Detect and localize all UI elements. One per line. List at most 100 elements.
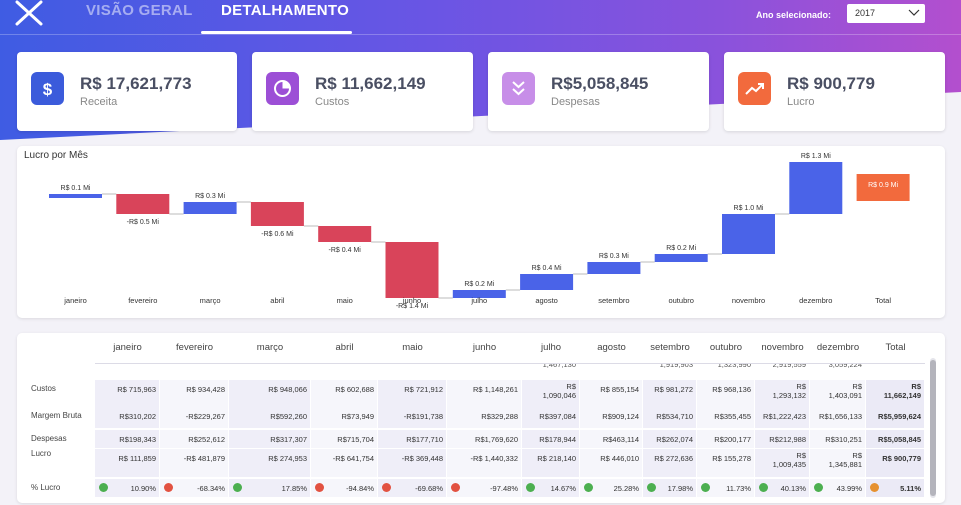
waterfall-value-label-2: R$ 0.3 Mi bbox=[195, 193, 225, 200]
waterfall-bar-7[interactable] bbox=[520, 274, 574, 290]
table-header-3[interactable]: abril bbox=[311, 342, 378, 353]
waterfall-bar-3[interactable] bbox=[250, 202, 304, 226]
table-partial-cell-8: 1,919,903 bbox=[659, 364, 693, 369]
table-cell-2-12: R$5,058,845 bbox=[878, 435, 921, 444]
kpi-icon-box-despesas bbox=[502, 72, 535, 105]
tab-detalhamento[interactable]: DETALHAMENTO bbox=[221, 2, 349, 19]
waterfall-bar-1[interactable] bbox=[116, 194, 170, 214]
waterfall-value-label-8: R$ 0.3 Mi bbox=[599, 253, 629, 260]
table-cell-1-2: R$592,260 bbox=[270, 412, 307, 421]
waterfall-bar-10[interactable] bbox=[722, 214, 775, 254]
table-cell-0-10: R$ 1,293,132 bbox=[772, 382, 806, 400]
table-cell-3-1: -R$ 481,879 bbox=[183, 454, 225, 463]
kpi-value-custos: R$ 11,662,149 bbox=[315, 74, 426, 93]
kpi-icon-box-receita: $ bbox=[31, 72, 64, 105]
table-header-10[interactable]: novembro bbox=[755, 342, 810, 353]
table-cell-2-5: R$1,769,620 bbox=[475, 435, 518, 444]
table-cell-1-6: R$397,084 bbox=[539, 412, 576, 421]
table-cell-0-8: R$ 981,272 bbox=[654, 385, 693, 394]
waterfall-bar-9[interactable] bbox=[654, 254, 708, 262]
waterfall-category-label-9: outubro bbox=[668, 296, 693, 305]
table-partial-cell-11: 3,059,224 bbox=[828, 364, 862, 369]
table-header-1[interactable]: fevereiro bbox=[160, 342, 229, 353]
table-header-11[interactable]: dezembro bbox=[810, 342, 866, 353]
waterfall-value-label-3: -R$ 0.6 Mi bbox=[261, 231, 294, 238]
status-dot-9 bbox=[701, 483, 710, 492]
table-cell-3-3: -R$ 641,754 bbox=[332, 454, 374, 463]
table-cell-0-11: R$ 1,403,091 bbox=[828, 382, 862, 400]
status-dot-11 bbox=[814, 483, 823, 492]
dollar-icon: $ bbox=[43, 80, 53, 99]
table-cell-0-2: R$ 948,066 bbox=[268, 385, 307, 394]
waterfall-category-label-5: junho bbox=[402, 296, 421, 305]
table-scrollbar-thumb[interactable] bbox=[930, 360, 936, 496]
table-header-12[interactable]: Total bbox=[866, 342, 925, 353]
table-cell-0-9: R$ 968,136 bbox=[712, 385, 751, 394]
table-cell-2-8: R$262,074 bbox=[656, 435, 693, 444]
table-header-5[interactable]: junho bbox=[447, 342, 522, 353]
table-header-9[interactable]: outubro bbox=[697, 342, 755, 353]
table-cell-3-7: R$ 446,010 bbox=[600, 454, 639, 463]
waterfall-bar-5[interactable] bbox=[385, 242, 439, 298]
kpi-card-receita: $ R$ 17,621,773 Receita bbox=[17, 52, 237, 131]
waterfall-category-label-10: novembro bbox=[732, 296, 765, 305]
table-cell-3-8: R$ 272,636 bbox=[654, 454, 693, 463]
table-cell-2-7: R$463,114 bbox=[602, 435, 639, 444]
year-dropdown-value: 2017 bbox=[855, 8, 876, 18]
waterfall-bar-4[interactable] bbox=[318, 226, 372, 242]
waterfall-bar-0[interactable] bbox=[49, 194, 102, 198]
kpi-label-receita: Receita bbox=[80, 96, 118, 108]
table-header-6[interactable]: julho bbox=[522, 342, 580, 353]
table-cell-0-1: R$ 934,428 bbox=[186, 385, 225, 394]
status-dot-0 bbox=[99, 483, 108, 492]
kpi-card-despesas: R$5,058,845 Despesas bbox=[488, 52, 709, 131]
table-cell-1-5: R$329,288 bbox=[481, 412, 518, 421]
status-dot-2 bbox=[233, 483, 242, 492]
status-dot-12 bbox=[870, 483, 879, 492]
waterfall-category-label-0: janeiro bbox=[63, 296, 87, 305]
table-cell-3-4: -R$ 369,448 bbox=[401, 454, 443, 463]
waterfall-value-label-4: -R$ 0.4 Mi bbox=[329, 247, 362, 254]
kpi-card-lucro: R$ 900,779 Lucro bbox=[724, 52, 945, 131]
table-header-2[interactable]: março bbox=[229, 342, 311, 353]
trend-up-icon bbox=[745, 83, 764, 95]
kpi-card-custos: R$ 11,662,149 Custos bbox=[252, 52, 473, 131]
table-cell-2-2: R$317,307 bbox=[270, 435, 307, 444]
table-cell-2-4: R$177,710 bbox=[406, 435, 443, 444]
waterfall-chart: R$ 0.1 Mi janeiro -R$ 0.5 Mi fevereiro R$ 0.… bbox=[49, 153, 910, 310]
kpi-icon-box-custos bbox=[266, 72, 299, 105]
table-row-label-1: Margem Bruta bbox=[31, 411, 82, 420]
table-header-0[interactable]: janeiro bbox=[95, 342, 160, 353]
tab-visao-geral[interactable]: VISÃO GERAL bbox=[86, 2, 193, 19]
kpi-icon-box-lucro bbox=[738, 72, 771, 105]
table-cell-0-6: R$ 1,090,046 bbox=[542, 382, 576, 400]
table-cell-0-5: R$ 1,148,261 bbox=[472, 385, 518, 394]
table-cell-2-6: R$178,944 bbox=[539, 435, 576, 444]
table-cell-3-2: R$ 274,953 bbox=[268, 454, 307, 463]
table-cell-1-11: R$1,656,133 bbox=[819, 412, 862, 421]
waterfall-category-label-3: abril bbox=[270, 296, 285, 305]
pie-chart-icon bbox=[274, 80, 291, 97]
waterfall-category-label-12: Total bbox=[875, 296, 891, 305]
kpi-label-custos: Custos bbox=[315, 96, 350, 108]
kpi-value-receita: R$ 17,621,773 bbox=[80, 74, 192, 93]
status-dot-6 bbox=[526, 483, 535, 492]
waterfall-bar-2[interactable] bbox=[183, 202, 237, 214]
table-cell-0-3: R$ 602,688 bbox=[335, 385, 374, 394]
table-cell-1-10: R$1,222,423 bbox=[763, 412, 806, 421]
table-cell-1-7: R$909,124 bbox=[602, 412, 639, 421]
svg-text:$: $ bbox=[43, 80, 53, 99]
waterfall-category-label-4: maio bbox=[337, 296, 353, 305]
table-row-label-4: % Lucro bbox=[31, 483, 61, 492]
waterfall-value-label-12: R$ 0.9 Mi bbox=[868, 182, 898, 189]
table-header-8[interactable]: setembro bbox=[643, 342, 697, 353]
waterfall-value-label-6: R$ 0.2 Mi bbox=[464, 281, 494, 288]
status-dot-4 bbox=[382, 483, 391, 492]
waterfall-bar-8[interactable] bbox=[587, 262, 641, 274]
year-dropdown[interactable]: 2017 bbox=[847, 4, 925, 23]
table-header-4[interactable]: maio bbox=[378, 342, 447, 353]
table-header-7[interactable]: agosto bbox=[580, 342, 643, 353]
waterfall-bar-11[interactable] bbox=[789, 162, 843, 214]
chevron-down-icon bbox=[908, 9, 920, 16]
waterfall-category-label-7: agosto bbox=[535, 296, 558, 305]
